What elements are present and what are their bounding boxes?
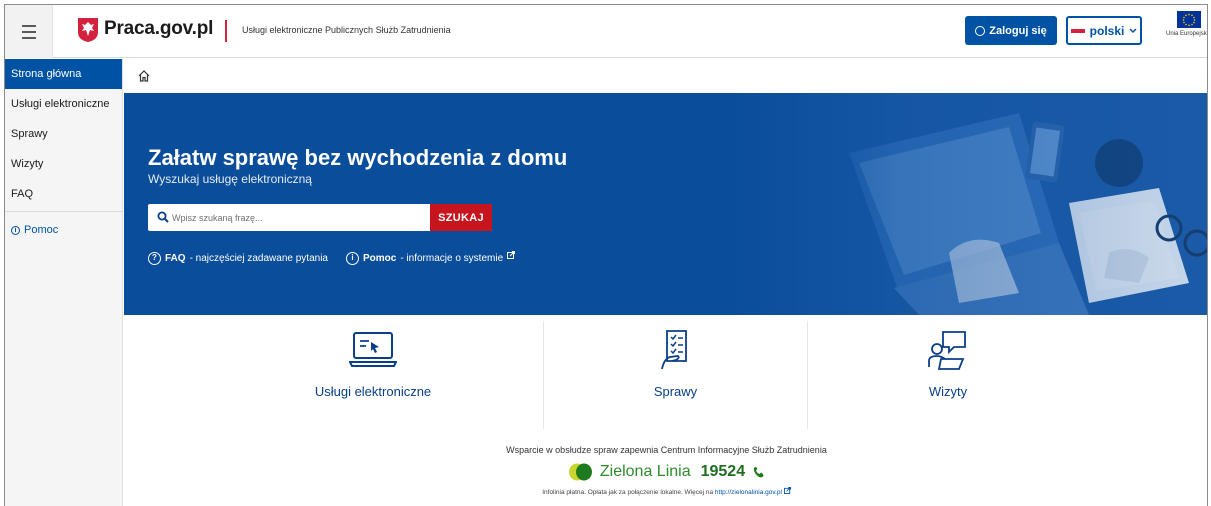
tile-visits-label: Wizyty [928, 384, 968, 399]
hero-banner: Załatw sprawę bez wychodzenia z domu Wys… [124, 93, 1207, 315]
zielona-linia-link[interactable]: http://zielonalinia.gov.pl [715, 489, 782, 496]
external-link-icon [783, 487, 791, 494]
zielona-linia-logo-icon [568, 463, 592, 481]
sidebar-item-home[interactable]: Strona główna [5, 59, 122, 89]
tile-e-services[interactable]: Usługi elektroniczne [204, 317, 542, 429]
question-icon: ? [148, 252, 161, 265]
breadcrumb [124, 59, 1207, 93]
chevron-down-icon [1129, 27, 1137, 33]
zielona-linia: Zielona Linia 19524 [124, 463, 1207, 481]
language-select[interactable]: polski [1066, 16, 1142, 45]
infolinia-text: Infolinia płatna. Opłata jak za połączen… [542, 489, 715, 496]
help-label: Pomoc [24, 224, 59, 236]
search-input[interactable] [172, 204, 392, 231]
sidebar-item-e-services[interactable]: Usługi elektroniczne [5, 89, 122, 119]
document-checklist-icon [660, 330, 687, 370]
hero-subtitle: Wyszukaj usługę elektroniczną [148, 172, 312, 186]
help-link-bold: Pomoc [362, 253, 397, 264]
eu-flag-icon [1177, 11, 1201, 28]
search-button[interactable]: SZUKAJ [430, 204, 492, 231]
external-link-icon [507, 250, 516, 259]
sidebar: Strona główna Usługi elektroniczne Spraw… [5, 59, 123, 506]
search-icon [157, 211, 169, 223]
logo-divider [225, 20, 227, 42]
sidebar-item-help[interactable]: i Pomoc [5, 218, 122, 242]
info-icon: i [11, 225, 20, 235]
info-icon: i [345, 252, 359, 265]
infolinia-note: Infolinia płatna. Opłata jak za połączen… [124, 487, 1207, 496]
sidebar-item-faq[interactable]: FAQ [5, 179, 122, 209]
login-button[interactable]: Zaloguj się [965, 16, 1057, 45]
eu-label: Unia Europejska [1166, 31, 1208, 37]
sidebar-divider [5, 211, 122, 212]
zielona-linia-name: Zielona Linia [599, 463, 691, 480]
faq-link-text: - najczęściej zadawane pytania [189, 253, 328, 264]
service-tiles: Usługi elektroniczne Sprawy Wizyty [124, 317, 1207, 429]
menu-toggle-button[interactable] [5, 5, 53, 58]
phone-icon [753, 467, 764, 478]
zielona-linia-number[interactable]: 19524 [701, 463, 746, 481]
polish-flag-icon [1070, 28, 1085, 33]
site-subtitle: Usługi elektroniczne Publicznych Służb Z… [242, 25, 451, 35]
tile-visits[interactable]: Wizyty [808, 317, 1088, 429]
search-box [148, 204, 451, 231]
site-logo-text[interactable]: Praca.gov.pl [104, 18, 213, 40]
support-section: Wsparcie w obsłudze spraw zapewnia Centr… [124, 445, 1207, 496]
hero-title: Załatw sprawę bez wychodzenia z domu [148, 145, 568, 170]
login-label: Zaloguj się [989, 24, 1047, 37]
home-icon[interactable] [137, 69, 151, 83]
visit-chat-icon [928, 331, 966, 370]
support-text: Wsparcie w obsłudze spraw zapewnia Centr… [506, 445, 827, 455]
top-header: Praca.gov.pl Usługi elektroniczne Public… [5, 5, 1207, 58]
language-label: polski [1089, 23, 1125, 38]
hamburger-icon [21, 23, 36, 41]
tile-e-services-label: Usługi elektroniczne [314, 384, 432, 399]
help-link[interactable]: i Pomoc - informacje o systemie [345, 250, 516, 265]
eagle-emblem-icon [78, 18, 98, 42]
sidebar-item-visits[interactable]: Wizyty [5, 149, 122, 179]
page-frame: Praca.gov.pl Usługi elektroniczne Public… [4, 4, 1208, 506]
desk-photo-illustration [729, 93, 1207, 315]
hero-links: ? FAQ - najczęściej zadawane pytania i P… [148, 250, 516, 265]
tile-cases[interactable]: Sprawy [544, 317, 807, 429]
faq-link-bold: FAQ [165, 253, 186, 264]
user-icon [975, 25, 986, 36]
help-link-text: - informacje o systemie [400, 253, 504, 264]
faq-link[interactable]: ? FAQ - najczęściej zadawane pytania [148, 252, 328, 265]
sidebar-item-cases[interactable]: Sprawy [5, 119, 122, 149]
tile-cases-label: Sprawy [653, 384, 698, 399]
laptop-icon [349, 332, 397, 367]
eu-logo: Unia Europejska [1166, 9, 1207, 53]
